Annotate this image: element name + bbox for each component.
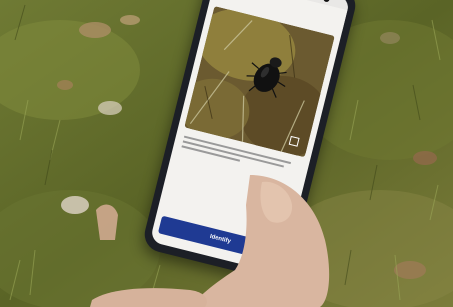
hand bbox=[90, 175, 330, 307]
photo-scene: Identify bbox=[0, 0, 453, 307]
